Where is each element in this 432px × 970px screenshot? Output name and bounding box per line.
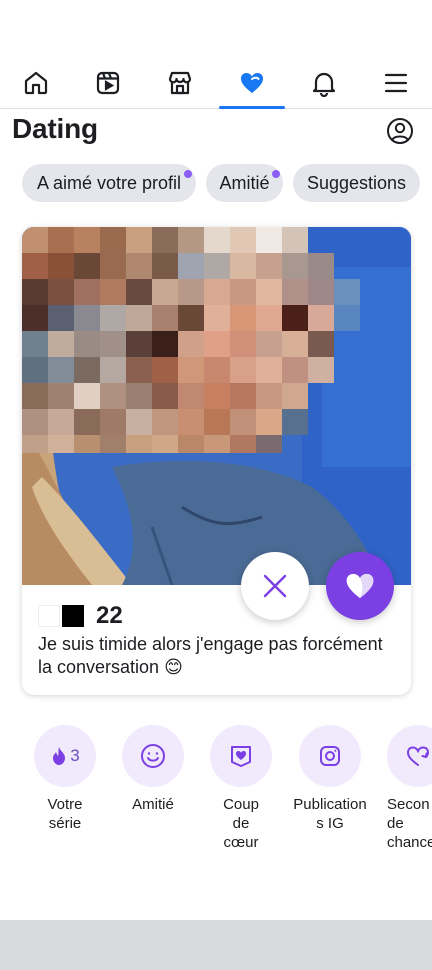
profile-icon[interactable] bbox=[386, 117, 414, 145]
profile-name-row: 22 bbox=[38, 601, 123, 631]
instagram-circle bbox=[299, 725, 361, 787]
close-icon bbox=[263, 574, 287, 598]
shortcut-label: Amitié bbox=[132, 796, 174, 813]
shortcut-friendship[interactable]: Amitié bbox=[109, 725, 197, 814]
profile-card[interactable]: 22 Je suis timide alors j'engage pas for… bbox=[22, 227, 411, 695]
chip-label: A aimé votre profil bbox=[36, 172, 182, 193]
chip-suggestions[interactable]: Suggestions bbox=[293, 164, 420, 202]
nav-video[interactable] bbox=[72, 58, 144, 108]
chip-friendship[interactable]: Amitié bbox=[206, 164, 283, 202]
home-icon bbox=[24, 71, 48, 95]
profile-age: 22 bbox=[96, 602, 123, 629]
profile-photo-image bbox=[22, 227, 411, 585]
pass-button[interactable] bbox=[241, 552, 309, 620]
shortcut-streak[interactable]: 3 Votre série bbox=[21, 725, 109, 833]
friendship-circle bbox=[122, 725, 184, 787]
chip-label: Amitié bbox=[219, 172, 270, 193]
chip-liked-you[interactable]: A aimé votre profil bbox=[22, 164, 196, 202]
second-chance-circle bbox=[387, 725, 432, 787]
chip-label: Suggestions bbox=[306, 172, 407, 193]
shortcut-label: Publications IG bbox=[293, 796, 367, 832]
heart-badge-icon bbox=[231, 746, 251, 767]
marketplace-icon bbox=[168, 71, 192, 95]
nav-dating[interactable] bbox=[216, 58, 288, 108]
new-dot bbox=[272, 170, 280, 178]
shortcut-crush[interactable]: Coup de cœur bbox=[197, 725, 285, 852]
heart-icon bbox=[346, 573, 374, 599]
flame-icon bbox=[53, 747, 66, 765]
shortcut-label: Votre série bbox=[47, 796, 83, 832]
profile-bio: Je suis timide alors j'engage pas forcém… bbox=[38, 634, 383, 677]
nav-menu[interactable] bbox=[360, 58, 432, 108]
shortcut-label: Seconde chance bbox=[387, 796, 432, 851]
page-title: Dating bbox=[12, 113, 98, 144]
bottom-system-bar bbox=[0, 920, 432, 970]
streak-circle: 3 bbox=[34, 725, 96, 787]
shortcut-instagram[interactable]: Publications IG bbox=[286, 725, 374, 833]
nav-home[interactable] bbox=[0, 58, 72, 108]
dating-heart-icon bbox=[241, 73, 263, 93]
menu-icon bbox=[384, 73, 408, 93]
video-icon bbox=[96, 71, 120, 95]
second-chance-icon bbox=[406, 746, 430, 766]
nav-marketplace[interactable] bbox=[144, 58, 216, 108]
smiley-icon bbox=[141, 744, 165, 768]
top-nav bbox=[0, 58, 432, 109]
profile-photo bbox=[22, 227, 411, 585]
nav-active-indicator bbox=[219, 106, 285, 109]
crush-circle bbox=[210, 725, 272, 787]
redacted-name bbox=[38, 605, 60, 627]
like-button[interactable] bbox=[326, 552, 394, 620]
new-dot bbox=[184, 170, 192, 178]
redacted-name bbox=[62, 605, 84, 627]
nav-notifications[interactable] bbox=[288, 58, 360, 108]
instagram-icon bbox=[320, 746, 340, 766]
shortcut-second-chance[interactable]: Seconde chance bbox=[374, 725, 432, 852]
shortcut-label: Coup de cœur bbox=[223, 796, 259, 851]
streak-count: 3 bbox=[70, 746, 80, 765]
bell-icon bbox=[312, 72, 336, 97]
